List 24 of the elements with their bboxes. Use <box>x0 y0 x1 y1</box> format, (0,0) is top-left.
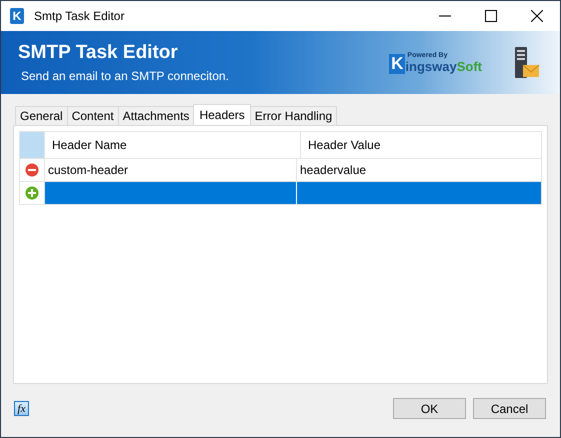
expression-icon[interactable]: fx <box>14 401 29 416</box>
maximize-icon[interactable] <box>485 10 497 22</box>
table-cell[interactable]: custom-header <box>45 159 297 181</box>
logo-name: ingsway <box>405 58 457 74</box>
column-header[interactable]: Header Name <box>45 132 301 158</box>
tab[interactable]: Error Handling <box>250 106 338 125</box>
table-cell[interactable] <box>297 182 541 204</box>
table-cell[interactable]: headervalue <box>297 159 541 181</box>
close-icon[interactable] <box>531 10 543 22</box>
banner-subtitle: Send an email to an SMTP conneciton. <box>21 69 229 83</box>
cancel-button[interactable]: Cancel <box>473 398 546 419</box>
banner-title: SMTP Task Editor <box>18 42 179 64</box>
logo-name-suffix: Soft <box>456 58 482 74</box>
remove-icon[interactable] <box>25 163 39 177</box>
window-title: Smtp Task Editor <box>34 9 124 23</box>
app-icon: K <box>10 8 24 24</box>
tab[interactable]: General <box>15 106 68 125</box>
column-header[interactable]: Header Value <box>301 132 541 158</box>
ok-button[interactable]: OK <box>393 398 466 419</box>
add-icon[interactable] <box>25 186 39 200</box>
table-cell[interactable] <box>45 182 297 204</box>
tab[interactable]: Headers <box>193 104 251 125</box>
server-mail-icon <box>514 46 540 78</box>
logo-initial: K <box>389 54 406 74</box>
